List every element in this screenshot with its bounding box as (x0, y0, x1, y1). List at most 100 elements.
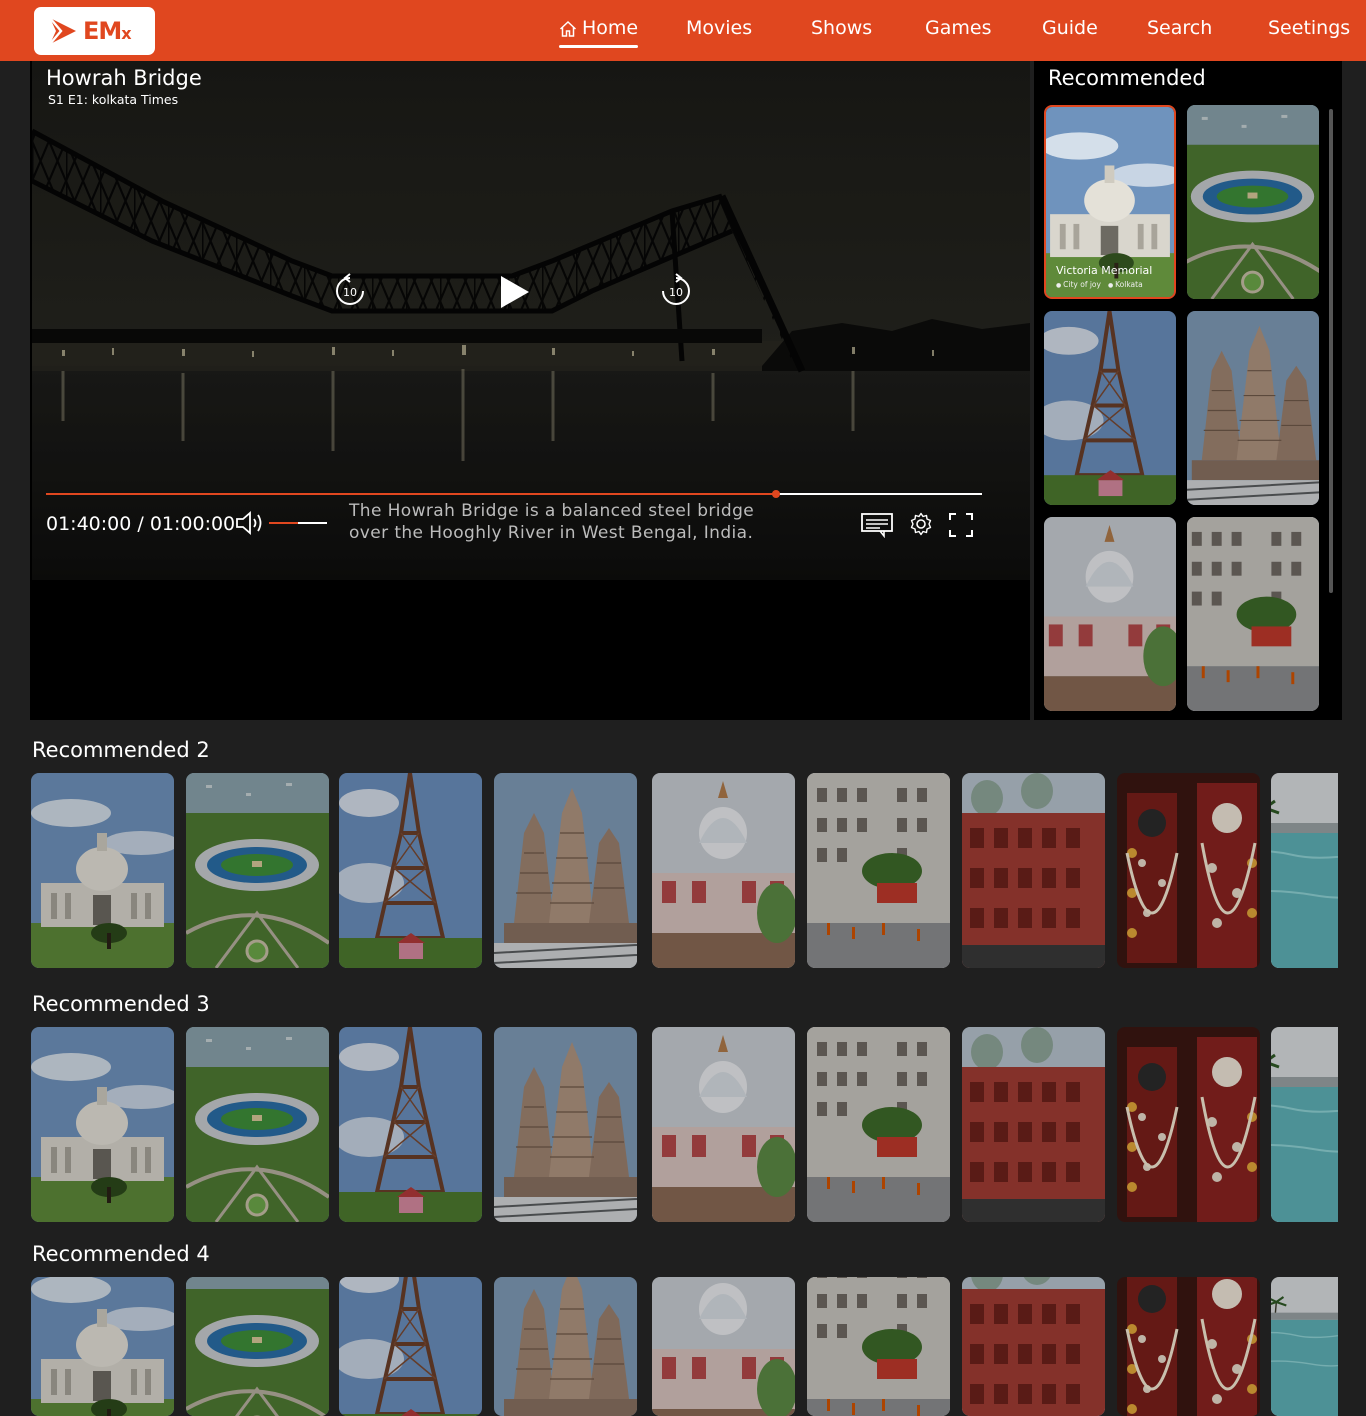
seek-bar[interactable] (46, 490, 982, 498)
skip-forward-label: 10 (669, 286, 683, 299)
volume-button[interactable] (235, 510, 265, 540)
card-title: Victoria Memorial (1056, 264, 1153, 277)
grid-icon (902, 20, 920, 38)
row-thumbnail[interactable] (1117, 773, 1260, 968)
row-thumbnail[interactable] (494, 1277, 637, 1416)
card-overlay (1187, 517, 1319, 711)
volume-slider[interactable] (269, 522, 327, 524)
row-thumbnail[interactable] (652, 1027, 795, 1222)
thumbnail-overlay (494, 1027, 637, 1222)
row-thumbnail[interactable] (1271, 1277, 1338, 1416)
thumbnail-overlay (1271, 1027, 1338, 1222)
recommended-card[interactable] (1187, 311, 1319, 505)
nav-item-shows[interactable]: Shows (788, 17, 872, 47)
thumbnail-overlay (962, 1277, 1105, 1416)
recommended-card[interactable] (1044, 517, 1176, 711)
nav-item-movies[interactable]: Movies (663, 17, 752, 47)
row-title: Recommended 2 (32, 738, 210, 762)
thumbnail-overlay (1117, 1027, 1260, 1222)
thumbnail-overlay (339, 773, 482, 968)
brand-name: EMx (83, 17, 132, 45)
skip-back-button[interactable]: 10 (334, 273, 366, 311)
nav-item-label: Shows (811, 17, 873, 39)
thumbnail-overlay (339, 1277, 482, 1416)
captions-icon (861, 513, 893, 539)
video-frame[interactable]: Howrah Bridge S1 E1: kolkata Times 10 10 (32, 61, 1030, 580)
row-thumbnail[interactable] (339, 1277, 482, 1416)
thumbnail-overlay (186, 773, 329, 968)
thumbnail-overlay (807, 1277, 950, 1416)
recommended-card[interactable] (1187, 105, 1319, 299)
row-thumbnail[interactable] (807, 1277, 950, 1416)
gear-icon (910, 512, 932, 536)
fullscreen-button[interactable] (948, 512, 974, 542)
thumbnail-overlay (186, 1027, 329, 1222)
row-thumbnail[interactable] (652, 1277, 795, 1416)
row-thumbnail[interactable] (339, 773, 482, 968)
thumbnail-overlay (186, 1277, 329, 1416)
row-thumbnail[interactable] (31, 773, 174, 968)
grid-icon (1245, 20, 1263, 38)
thumbnail-overlay (652, 1277, 795, 1416)
nav-item-label: Seetings (1268, 17, 1351, 39)
settings-button[interactable] (909, 512, 933, 540)
nav-item-label: Search (1147, 17, 1213, 39)
recommended-card[interactable] (1187, 517, 1319, 711)
thumbnail-overlay (1117, 1277, 1260, 1416)
recommended-card[interactable]: Victoria Memorial City of joy Kolkata (1044, 105, 1176, 299)
row-thumbnail[interactable] (962, 1027, 1105, 1222)
nav-item-seetings[interactable]: Seetings (1245, 17, 1350, 47)
row-thumbnail[interactable] (494, 1027, 637, 1222)
row-thumbnail[interactable] (31, 1027, 174, 1222)
row-thumbnail[interactable] (962, 773, 1105, 968)
thumbnail-overlay (1271, 1277, 1338, 1416)
skip-forward-button[interactable]: 10 (660, 273, 692, 311)
nav-item-home[interactable]: Home (559, 17, 639, 48)
seek-bar-fill (46, 493, 777, 495)
nav-item-search[interactable]: Search (1124, 17, 1212, 47)
thumbnail-overlay (31, 1027, 174, 1222)
thumbnail-overlay (807, 1027, 950, 1222)
nav-item-games[interactable]: Games (902, 17, 991, 47)
sidebar-scrollbar[interactable] (1329, 109, 1333, 593)
captions-button[interactable] (860, 512, 894, 542)
row-thumbnail[interactable] (186, 773, 329, 968)
subtitle-caption: The Howrah Bridge is a balanced steel br… (349, 501, 755, 543)
brand-logo[interactable]: EMx (34, 7, 155, 55)
top-navbar: EMx Home Movies Shows Games Guide Search Seeti… (0, 0, 1366, 61)
row-thumbnail[interactable] (339, 1027, 482, 1222)
nav-item-label: Home (582, 17, 639, 39)
skip-back-label: 10 (343, 286, 357, 299)
time-display: 01:40:00 / 01:00:00 (46, 513, 236, 535)
play-button[interactable] (499, 274, 531, 314)
row-thumbnail[interactable] (1117, 1277, 1260, 1416)
nav-item-guide[interactable]: Guide (1019, 17, 1098, 47)
grid-icon (663, 20, 681, 38)
row-thumbnail[interactable] (494, 773, 637, 968)
thumbnail-overlay (652, 1027, 795, 1222)
row-thumbnail[interactable] (186, 1027, 329, 1222)
thumbnail-overlay (339, 1027, 482, 1222)
thumbnail-overlay (1117, 773, 1260, 968)
row-thumbnail[interactable] (1271, 773, 1338, 968)
thumbnail-overlay (1271, 773, 1338, 968)
row-thumbnail[interactable] (652, 773, 795, 968)
row-thumbnail[interactable] (31, 1277, 174, 1416)
grid-icon (788, 20, 806, 38)
thumbnail-overlay (962, 1027, 1105, 1222)
row-thumbnail[interactable] (807, 773, 950, 968)
video-player: Howrah Bridge S1 E1: kolkata Times 10 10 (30, 61, 1030, 720)
row-thumbnail[interactable] (962, 1277, 1105, 1416)
thumbnail-overlay (31, 1277, 174, 1416)
card-caption: Victoria Memorial City of joy Kolkata (1056, 264, 1152, 289)
row-thumbnail[interactable] (1271, 1027, 1338, 1222)
recommended-card[interactable] (1044, 311, 1176, 505)
card-tag: City of joy (1056, 280, 1101, 289)
speaker-icon (236, 511, 262, 535)
card-tag: Kolkata (1108, 280, 1143, 289)
thumbnail-overlay (652, 773, 795, 968)
card-tags: City of joy Kolkata (1056, 280, 1152, 289)
row-thumbnail[interactable] (807, 1027, 950, 1222)
row-thumbnail[interactable] (186, 1277, 329, 1416)
row-thumbnail[interactable] (1117, 1027, 1260, 1222)
